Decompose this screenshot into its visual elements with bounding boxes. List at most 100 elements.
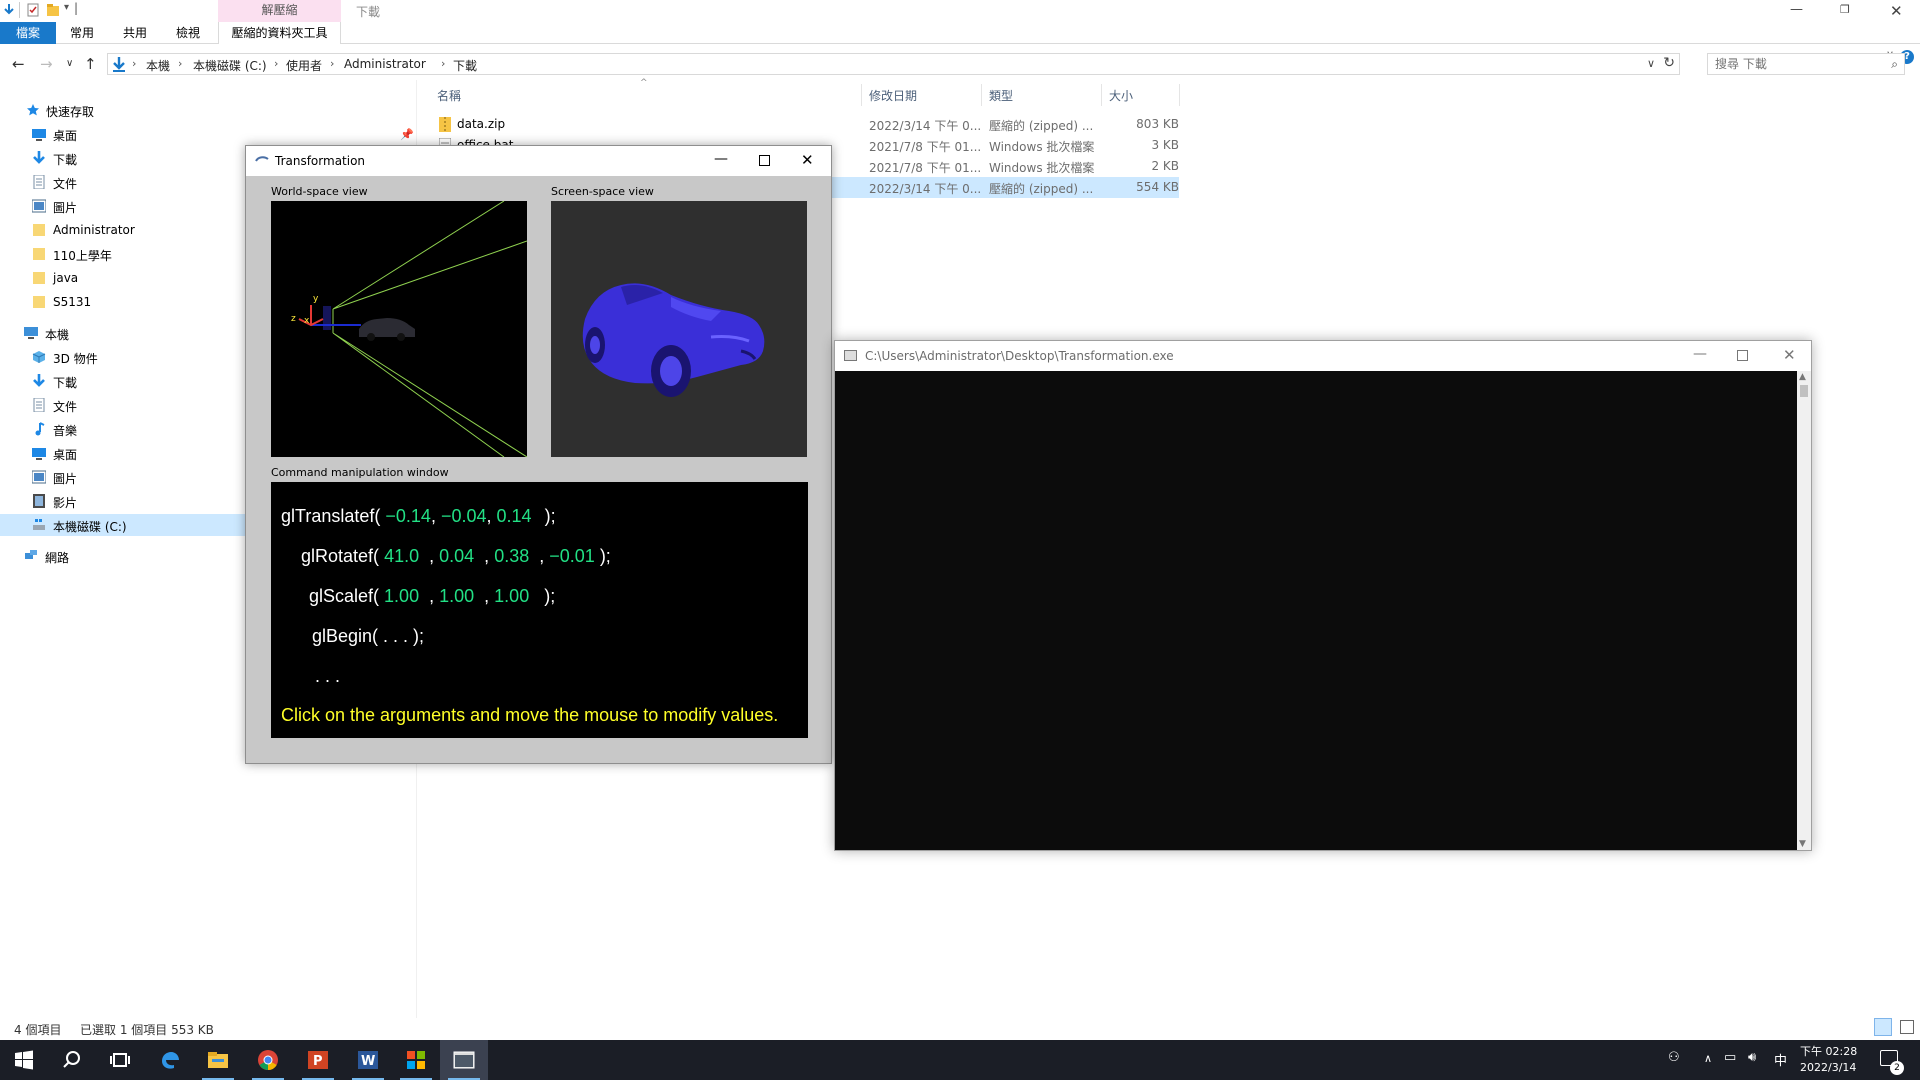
breadcrumb-users[interactable]: 使用者 <box>286 57 322 74</box>
nav-label: 網路 <box>45 551 70 565</box>
console-taskbar-button[interactable] <box>440 1040 488 1080</box>
nav-item-desktop[interactable]: 桌面 <box>0 124 416 144</box>
restore-icon[interactable]: ❐ <box>1840 3 1850 16</box>
command-manipulation-window[interactable]: glTranslatef( −0.14, −0.04, 0.14 ); glRo… <box>271 482 808 738</box>
console-scrollbar[interactable]: ▲ ▼ <box>1797 371 1811 850</box>
column-header-size[interactable]: 大小 <box>1109 87 1133 104</box>
rotate-arg-x[interactable]: 0.04 <box>439 546 474 566</box>
ime-indicator[interactable]: 中 <box>1774 1050 1787 1069</box>
search-box[interactable]: ⌕ <box>1707 53 1905 75</box>
minimize-icon[interactable]: — <box>1790 2 1803 17</box>
desktop-icon <box>32 448 46 460</box>
column-header-name[interactable]: 名稱 <box>437 87 461 104</box>
chrome-button[interactable] <box>244 1040 292 1080</box>
new-folder-icon[interactable] <box>46 3 60 17</box>
file-row[interactable]: data.zip 2022/3/14 下午 0... 壓縮的 (zipped) … <box>425 114 1179 135</box>
transformation-title: Transformation <box>275 154 366 168</box>
translate-arg-x[interactable]: −0.14 <box>385 506 431 526</box>
breadcrumb-downloads[interactable]: 下載 <box>453 57 477 74</box>
column-divider[interactable] <box>981 84 982 106</box>
clock-time[interactable]: 下午 02:28 <box>1800 1043 1857 1059</box>
search-icon[interactable]: ⌕ <box>1891 57 1898 72</box>
network-status-icon[interactable]: ▭ <box>1724 1050 1736 1065</box>
download-arrow-icon <box>33 151 45 164</box>
details-view-icon[interactable] <box>1874 1018 1892 1036</box>
console-icon <box>453 1051 475 1069</box>
scroll-down-icon[interactable]: ▼ <box>1799 839 1806 849</box>
scroll-up-icon[interactable]: ▲ <box>1799 372 1806 382</box>
rotate-arg-z[interactable]: −0.01 <box>549 546 595 566</box>
clock-date[interactable]: 2022/3/14 <box>1800 1061 1856 1074</box>
folder-icon <box>33 248 45 260</box>
column-header-date[interactable]: 修改日期 <box>869 87 917 104</box>
scale-arg-y[interactable]: 1.00 <box>439 586 474 606</box>
column-divider[interactable] <box>861 84 862 106</box>
task-view-button[interactable] <box>96 1040 144 1080</box>
search-input[interactable] <box>1715 57 1875 71</box>
search-button[interactable] <box>48 1040 96 1080</box>
translate-arg-y[interactable]: −0.04 <box>441 506 487 526</box>
breadcrumb-this-pc[interactable]: 本機 <box>146 57 170 74</box>
world-space-view[interactable]: y z x <box>271 200 528 458</box>
visual-studio-button[interactable] <box>392 1040 440 1080</box>
nav-label: 下載 <box>53 153 78 167</box>
properties-icon[interactable] <box>26 3 40 17</box>
edge-button[interactable] <box>146 1040 194 1080</box>
pin-icon[interactable]: 📌 <box>400 128 414 141</box>
large-icons-view-icon[interactable] <box>1900 1020 1914 1034</box>
console-title-bar[interactable]: C:\Users\Administrator\Desktop\Transform… <box>835 341 1811 371</box>
rotate-arg-angle[interactable]: 41.0 <box>384 546 419 566</box>
visual-studio-icon <box>407 1051 425 1069</box>
scroll-thumb[interactable] <box>1800 385 1808 397</box>
close-icon[interactable]: ✕ <box>1890 2 1903 20</box>
volume-icon[interactable]: 🔊︎ <box>1748 1050 1756 1065</box>
instruction-hint: Click on the arguments and move the mous… <box>281 705 779 725</box>
column-divider[interactable] <box>1179 84 1180 106</box>
minimize-icon[interactable]: — <box>1693 346 1707 362</box>
breadcrumb-administrator[interactable]: Administrator <box>344 57 426 71</box>
powerpoint-button[interactable]: P <box>294 1040 342 1080</box>
file-explorer-button[interactable] <box>194 1040 242 1080</box>
show-hidden-icons[interactable]: ∧ <box>1704 1052 1712 1065</box>
screen-space-view[interactable] <box>551 201 807 457</box>
download-arrow-icon[interactable] <box>2 3 16 17</box>
maximize-icon[interactable] <box>759 155 770 166</box>
nav-quick-access[interactable]: 快速存取 <box>0 100 416 120</box>
tab-share[interactable]: 共用 <box>115 22 155 44</box>
forward-arrow-icon[interactable]: → <box>40 55 53 73</box>
network-icon <box>25 550 37 559</box>
file-explorer-icon <box>208 1052 228 1068</box>
recent-locations-icon[interactable]: ∨ <box>66 58 73 69</box>
rotate-arg-y[interactable]: 0.38 <box>494 546 529 566</box>
maximize-icon[interactable] <box>1737 350 1748 361</box>
item-count: 4 個項目 <box>14 1023 62 1037</box>
column-divider[interactable] <box>1101 84 1102 106</box>
nav-label: 圖片 <box>53 472 78 486</box>
address-dropdown-icon[interactable]: ∨ <box>1647 57 1655 70</box>
svg-text:W: W <box>361 1054 375 1069</box>
people-icon[interactable]: ⚇ <box>1668 1050 1680 1065</box>
breadcrumb-local-disk[interactable]: 本機磁碟 (C:) <box>193 57 267 74</box>
tab-compressed-folder-tools[interactable]: 壓縮的資料夾工具 <box>218 22 341 44</box>
close-icon[interactable]: ✕ <box>801 151 814 169</box>
qat-dropdown-icon[interactable]: ▾ <box>64 2 69 13</box>
back-arrow-icon[interactable]: ← <box>12 55 25 73</box>
scale-arg-x[interactable]: 1.00 <box>384 586 419 606</box>
scale-arg-z[interactable]: 1.00 <box>494 586 529 606</box>
minimize-icon[interactable]: — <box>714 151 728 167</box>
start-button[interactable] <box>0 1040 48 1080</box>
up-arrow-icon[interactable]: ↑ <box>84 55 97 73</box>
address-bar[interactable]: › 本機 › 本機磁碟 (C:) › 使用者 › Administrator ›… <box>107 53 1680 75</box>
tab-view[interactable]: 檢視 <box>168 22 208 44</box>
word-button[interactable]: W <box>344 1040 392 1080</box>
console-title: C:\Users\Administrator\Desktop\Transform… <box>865 349 1174 363</box>
refresh-icon[interactable]: ↻ <box>1663 55 1675 71</box>
translate-arg-z[interactable]: 0.14 <box>497 506 532 526</box>
tab-file[interactable]: 檔案 <box>0 22 56 44</box>
close-icon[interactable]: ✕ <box>1783 346 1796 364</box>
column-header-type[interactable]: 類型 <box>989 87 1013 104</box>
tab-home[interactable]: 常用 <box>62 22 102 44</box>
file-size: 3 KB <box>1151 138 1179 152</box>
transformation-title-bar[interactable]: Transformation — ✕ <box>246 146 831 176</box>
console-output[interactable] <box>835 371 1797 850</box>
